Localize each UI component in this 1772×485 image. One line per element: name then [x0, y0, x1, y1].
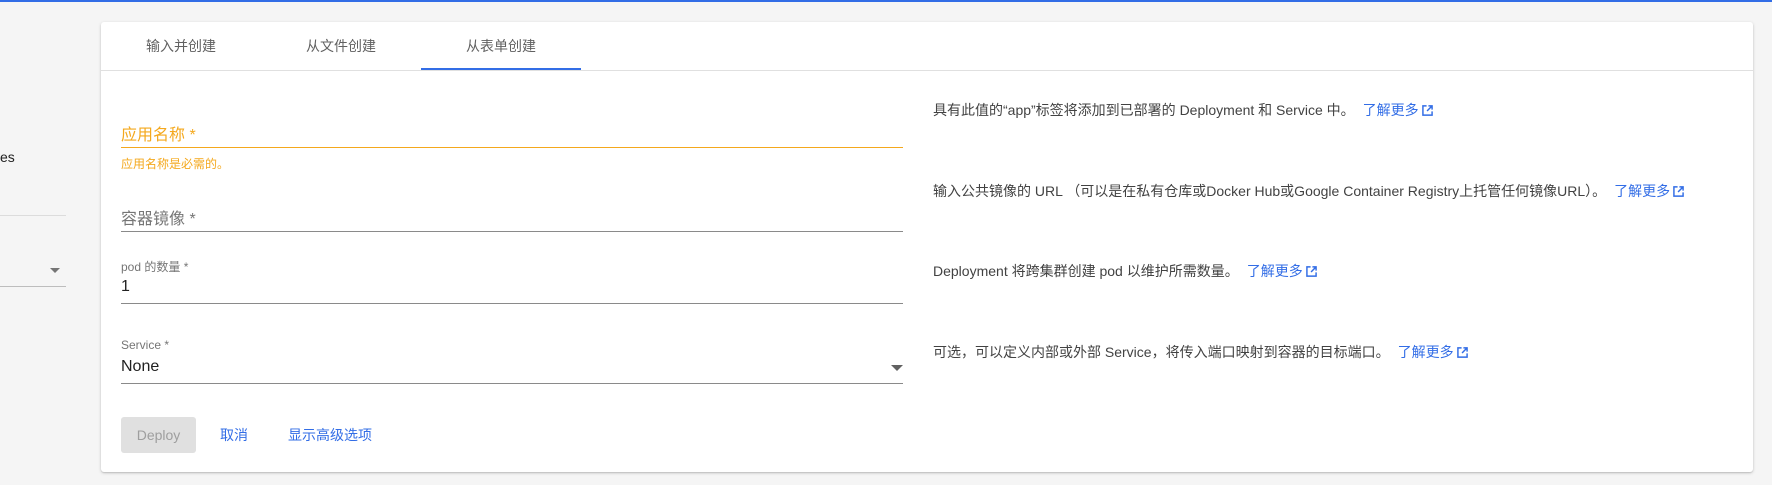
- pod-count-underline: [121, 303, 903, 304]
- cancel-button[interactable]: 取消: [220, 417, 248, 453]
- sidebar-select[interactable]: [0, 286, 66, 287]
- learn-more-label: 了解更多: [1614, 183, 1671, 199]
- service-help: 可选，可以定义内部或外部 Service，将传入端口映射到容器的目标端口。 了解更…: [933, 342, 1468, 362]
- service-learn-more-link[interactable]: 了解更多: [1398, 344, 1468, 360]
- learn-more-label: 了解更多: [1362, 102, 1419, 118]
- service-underline: [121, 383, 903, 384]
- chevron-down-icon[interactable]: [50, 268, 60, 273]
- image-help: 输入公共镜像的 URL （可以是在私有仓库或Docker Hub或Google …: [933, 181, 1684, 201]
- sidebar-clipped-text: es: [0, 149, 15, 165]
- external-link-icon: [1305, 266, 1317, 277]
- app-name-input[interactable]: 应用名称 *: [121, 121, 196, 145]
- sidebar: es: [0, 2, 66, 485]
- learn-more-label: 了解更多: [1397, 344, 1454, 360]
- service-help-text: 可选，可以定义内部或外部 Service，将传入端口映射到容器的目标端口。: [933, 344, 1390, 360]
- pod-count-label: pod 的数量 *: [121, 260, 189, 274]
- deploy-button[interactable]: Deploy: [121, 417, 196, 453]
- app-name-learn-more-link[interactable]: 了解更多: [1363, 102, 1433, 118]
- external-link-icon: [1456, 347, 1468, 358]
- app-name-error: 应用名称是必需的。: [121, 157, 230, 171]
- app-name-help: 具有此值的“app”标签将添加到已部署的 Deployment 和 Servic…: [933, 100, 1433, 120]
- app-name-field[interactable]: 应用名称 * 应用名称是必需的。: [121, 117, 903, 187]
- pod-count-field[interactable]: pod 的数量 * 1: [121, 258, 903, 318]
- service-label: Service *: [121, 338, 170, 352]
- tab-file-create[interactable]: 从文件创建: [261, 22, 421, 71]
- container-image-input[interactable]: 容器镜像 *: [121, 205, 196, 229]
- service-value[interactable]: None: [121, 358, 159, 376]
- tab-form-create[interactable]: 从表单创建: [421, 22, 581, 71]
- external-link-icon: [1421, 105, 1433, 116]
- sidebar-divider: [0, 215, 66, 216]
- container-image-underline: [121, 231, 903, 232]
- image-help-text: 输入公共镜像的 URL （可以是在私有仓库或Docker Hub或Google …: [933, 183, 1607, 199]
- app-name-help-text: 具有此值的“app”标签将添加到已部署的 Deployment 和 Servic…: [933, 102, 1355, 118]
- chevron-down-icon[interactable]: [891, 365, 903, 371]
- create-card: 输入并创建 从文件创建 从表单创建 应用名称 * 应用名称是必需的。 容器镜像 …: [101, 22, 1753, 472]
- container-image-field[interactable]: 容器镜像 *: [121, 198, 903, 238]
- pods-help-text: Deployment 将跨集群创建 pod 以维护所需数量。: [933, 263, 1239, 279]
- active-tab-indicator: [421, 68, 581, 70]
- pods-learn-more-link[interactable]: 了解更多: [1247, 263, 1317, 279]
- show-advanced-options-button[interactable]: 显示高级选项: [288, 417, 372, 453]
- app-name-underline: [121, 147, 903, 148]
- external-link-icon: [1673, 186, 1684, 197]
- tab-input-create[interactable]: 输入并创建: [101, 22, 261, 71]
- learn-more-label: 了解更多: [1246, 263, 1303, 279]
- pods-help: Deployment 将跨集群创建 pod 以维护所需数量。 了解更多: [933, 261, 1317, 281]
- create-tabs: 输入并创建 从文件创建 从表单创建: [101, 22, 1753, 71]
- pod-count-input[interactable]: 1: [121, 278, 130, 296]
- top-accent-bar: [0, 0, 1772, 2]
- image-learn-more-link[interactable]: 了解更多: [1614, 183, 1684, 199]
- service-select[interactable]: Service * None: [121, 338, 903, 398]
